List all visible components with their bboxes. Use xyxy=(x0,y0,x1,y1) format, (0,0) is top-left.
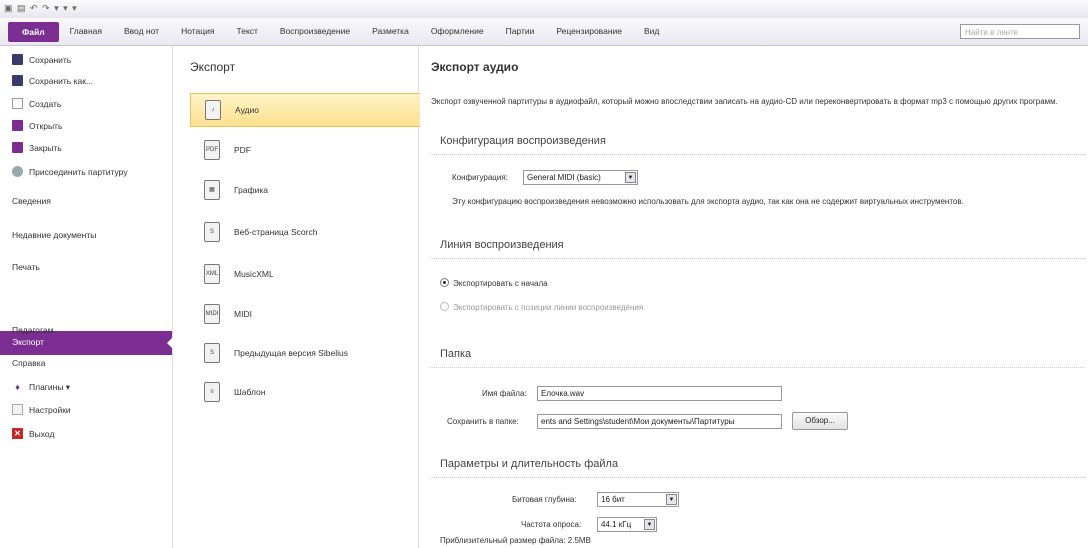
ribbon-search-input[interactable]: Найти в ленте xyxy=(960,24,1080,39)
playback-line-heading: Линия воспроизведения xyxy=(440,239,564,251)
chevron-down-icon: ▼ xyxy=(644,519,655,530)
save-as-icon xyxy=(12,75,23,86)
playback-config-heading: Конфигурация воспроизведения xyxy=(440,135,606,147)
config-warning: Эту конфигурацию воспроизведения невозмо… xyxy=(452,197,964,206)
sidebar-item-teachers[interactable]: Педагогам xyxy=(12,325,53,335)
divider xyxy=(430,154,1085,155)
filename-field[interactable]: Елочка.wav xyxy=(537,386,782,401)
export-formats-panel: Экспорт ♪ Аудио PDF PDF ▦ Графика S Веб-… xyxy=(173,46,422,548)
tab-review[interactable]: Рецензирование xyxy=(545,18,633,45)
audio-file-icon: ♪ xyxy=(205,100,221,120)
config-select[interactable]: General MIDI (basic) ▼ xyxy=(523,170,638,185)
new-document-icon xyxy=(12,98,23,109)
rate-label: Частота опроса: xyxy=(521,520,582,529)
new-command[interactable]: Создать xyxy=(12,98,61,109)
sidebar-item-print[interactable]: Печать xyxy=(12,262,40,272)
save-folder-field[interactable]: ents and Settings\student\Мои документы\… xyxy=(537,414,782,429)
format-scorch[interactable]: S Веб-страница Scorch xyxy=(190,215,422,249)
bitdepth-label: Битовая глубина: xyxy=(512,495,577,504)
format-graphics[interactable]: ▦ Графика xyxy=(190,173,422,207)
save-icon xyxy=(12,54,23,65)
plugins-command[interactable]: ♦ Плагины ▾ xyxy=(12,382,70,393)
tab-play[interactable]: Воспроизведение xyxy=(269,18,361,45)
browse-button[interactable]: Обзор... xyxy=(792,412,848,430)
close-folder-icon xyxy=(12,142,23,153)
settings-icon xyxy=(12,404,23,415)
tab-layout[interactable]: Разметка xyxy=(361,18,420,45)
musicxml-file-icon: XML xyxy=(204,264,220,284)
file-size-row: Приблизительный размер файла: 2.5MB xyxy=(440,536,591,545)
settings-command[interactable]: Настройки xyxy=(12,404,71,415)
midi-file-icon: MIDI xyxy=(204,304,220,324)
save-folder-label: Сохранить в папке: xyxy=(447,417,519,426)
template-file-icon: ≡ xyxy=(204,382,220,402)
chevron-down-icon: ▼ xyxy=(666,494,677,505)
exit-icon: ✕ xyxy=(12,428,23,439)
format-pdf[interactable]: PDF PDF xyxy=(190,133,422,167)
file-size-label: Приблизительный размер файла: xyxy=(440,536,566,545)
format-previous-version[interactable]: S Предыдущая версия Sibelius xyxy=(190,336,422,370)
ribbon-tabs: Файл Главная Ввод нот Нотация Текст Восп… xyxy=(0,18,1088,46)
save-command[interactable]: Сохранить xyxy=(12,54,71,65)
open-command[interactable]: Открыть xyxy=(12,120,62,131)
save-as-command[interactable]: Сохранить как... xyxy=(12,75,93,86)
plugin-icon: ♦ xyxy=(15,382,20,392)
format-audio[interactable]: ♪ Аудио xyxy=(190,93,422,127)
file-size-value: 2.5MB xyxy=(567,536,591,545)
attach-score-command[interactable]: Присоединить партитуру xyxy=(12,166,128,177)
format-template[interactable]: ≡ Шаблон xyxy=(190,375,422,409)
scorch-file-icon: S xyxy=(204,222,220,242)
radio-checked-icon xyxy=(440,278,449,287)
divider xyxy=(430,258,1085,259)
title-bar: ▣ ▤ ↶ ↷ ▾ ▾ ▾ xyxy=(0,0,1088,18)
format-midi[interactable]: MIDI MIDI xyxy=(190,297,422,331)
sidebar-item-info[interactable]: Сведения xyxy=(12,196,51,206)
tab-notations[interactable]: Нотация xyxy=(170,18,225,45)
filename-label: Имя файла: xyxy=(482,389,527,398)
sidebar-item-recent[interactable]: Недавние документы xyxy=(12,230,96,240)
config-label: Конфигурация: xyxy=(452,173,508,182)
backstage-sidebar: Сохранить Сохранить как... Создать Откры… xyxy=(0,46,173,548)
sidebar-item-help[interactable]: Справка xyxy=(12,358,45,368)
bitdepth-select[interactable]: 16 бит ▼ xyxy=(597,492,679,507)
radio-from-playline[interactable]: Экспортировать с позиции линии воспроизв… xyxy=(440,302,643,312)
tab-view[interactable]: Вид xyxy=(633,18,670,45)
tab-note-input[interactable]: Ввод нот xyxy=(113,18,170,45)
chevron-down-icon: ▼ xyxy=(625,172,636,183)
tab-parts[interactable]: Партии xyxy=(495,18,546,45)
exit-command[interactable]: ✕ Выход xyxy=(12,428,54,439)
graphics-file-icon: ▦ xyxy=(204,180,220,200)
tab-appearance[interactable]: Оформление xyxy=(420,18,495,45)
radio-from-start[interactable]: Экспортировать с начала xyxy=(440,278,548,288)
rate-select[interactable]: 44.1 кГц ▼ xyxy=(597,517,657,532)
export-heading: Экспорт xyxy=(190,60,236,74)
divider xyxy=(430,367,1085,368)
pdf-file-icon: PDF xyxy=(204,140,220,160)
folder-heading: Папка xyxy=(440,348,472,360)
tab-file[interactable]: Файл xyxy=(8,21,59,42)
open-folder-icon xyxy=(12,120,23,131)
close-command[interactable]: Закрыть xyxy=(12,142,62,153)
format-musicxml[interactable]: XML MusicXML xyxy=(190,257,422,291)
attach-score-icon xyxy=(12,166,23,177)
sibelius-file-icon: S xyxy=(204,343,220,363)
radio-unchecked-icon xyxy=(440,302,449,311)
audio-export-title: Экспорт аудио xyxy=(431,60,519,74)
tab-text[interactable]: Текст xyxy=(226,18,269,45)
params-heading: Параметры и длительность файла xyxy=(440,458,619,470)
quick-access-toolbar[interactable]: ▣ ▤ ↶ ↷ ▾ ▾ ▾ xyxy=(4,3,78,14)
audio-export-panel: Экспорт аудио Экспорт озвученной партиту… xyxy=(420,46,1088,548)
tab-home[interactable]: Главная xyxy=(59,18,113,45)
divider xyxy=(430,477,1085,478)
audio-export-description: Экспорт озвученной партитуры в аудиофайл… xyxy=(431,97,1058,106)
